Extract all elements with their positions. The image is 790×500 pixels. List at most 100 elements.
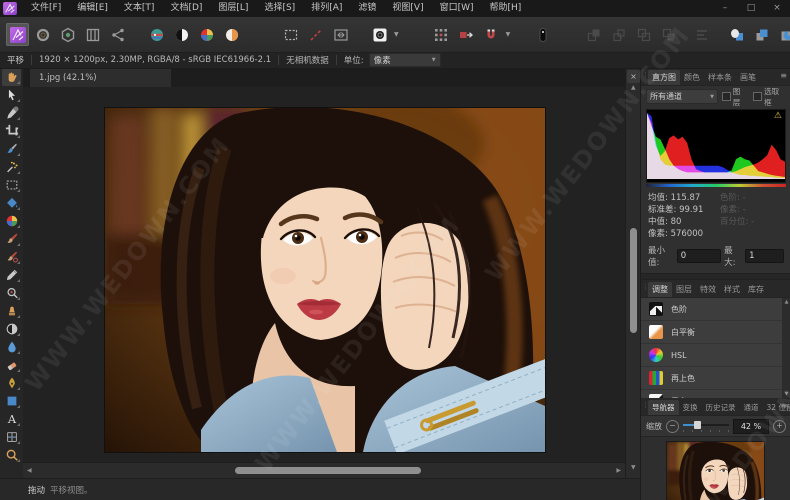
- selection-edges-button[interactable]: [279, 23, 302, 46]
- navigator-tab-1[interactable]: 变换: [679, 400, 702, 415]
- auto-colours-button[interactable]: [195, 23, 218, 46]
- develop-persona-button[interactable]: [56, 23, 79, 46]
- assistant-manager-button[interactable]: [531, 23, 554, 46]
- chevron-down-icon[interactable]: ▼: [506, 31, 511, 38]
- canvas-area[interactable]: [23, 87, 625, 462]
- adjustment-item-2[interactable]: HSL: [641, 344, 790, 366]
- menu-item-5[interactable]: 选择[S]: [256, 0, 303, 17]
- adjustment-item-3[interactable]: 再上色: [641, 367, 790, 389]
- marquee-tool[interactable]: [2, 176, 21, 194]
- list-scrollbar[interactable]: ▲ ▼: [782, 298, 790, 398]
- adjustments-tab-2[interactable]: 特效: [696, 282, 720, 297]
- dodge-brush-tool[interactable]: [2, 320, 21, 338]
- scroll-right-icon[interactable]: ▶: [616, 467, 621, 474]
- scroll-up-icon[interactable]: ▲: [785, 299, 789, 305]
- adjustments-tab-3[interactable]: 样式: [720, 282, 744, 297]
- menu-item-6[interactable]: 排列[A]: [303, 0, 350, 17]
- shape-tool[interactable]: [2, 392, 21, 410]
- insert-inside-button[interactable]: [775, 23, 790, 46]
- pixel-tool[interactable]: [2, 266, 21, 284]
- histogram-tab-3[interactable]: 画笔: [736, 70, 760, 85]
- slider-handle[interactable]: [694, 421, 701, 429]
- pixel-grid-button[interactable]: [430, 23, 453, 46]
- max-input[interactable]: 1: [745, 249, 784, 263]
- flood-select-tool[interactable]: [2, 158, 21, 176]
- panel-menu-icon[interactable]: ≡: [780, 401, 787, 410]
- export-persona-button[interactable]: [106, 23, 129, 46]
- text-tool[interactable]: A: [2, 410, 21, 428]
- paint-brush-tool[interactable]: [2, 230, 21, 248]
- adjustments-tab-0[interactable]: 调整: [648, 282, 672, 297]
- auto-contrast-button[interactable]: [170, 23, 193, 46]
- unit-select[interactable]: 像素 ▼: [369, 53, 441, 67]
- force-pixel-alignment-button[interactable]: [455, 23, 478, 46]
- adjustment-item-1[interactable]: 白平衡: [641, 321, 790, 343]
- insert-behind-button[interactable]: [725, 23, 748, 46]
- horizontal-scroll-thumb[interactable]: [235, 467, 421, 474]
- blur-tool[interactable]: [2, 338, 21, 356]
- menu-item-2[interactable]: 文本[T]: [116, 0, 163, 17]
- blemish-removal-tool[interactable]: [2, 284, 21, 302]
- navigator-tab-0[interactable]: 导航器: [648, 400, 679, 415]
- move-tool[interactable]: [2, 86, 21, 104]
- menu-item-8[interactable]: 视图[V]: [384, 0, 431, 17]
- vertical-scroll-thumb[interactable]: [630, 228, 637, 333]
- color-picker-tool[interactable]: [2, 104, 21, 122]
- histogram-tab-0[interactable]: 直方图: [648, 70, 680, 85]
- adjustments-tab-4[interactable]: 库存: [744, 282, 768, 297]
- histogram-tab-2[interactable]: 样本条: [704, 70, 736, 85]
- quick-mask-button[interactable]: [329, 23, 352, 46]
- liquify-persona-button[interactable]: [31, 23, 54, 46]
- adjustments-tab-1[interactable]: 图层: [672, 282, 696, 297]
- auto-white-balance-button[interactable]: [220, 23, 243, 46]
- scroll-down-icon[interactable]: ▼: [785, 391, 789, 397]
- pen-tool[interactable]: [2, 374, 21, 392]
- rotation-slash-button[interactable]: [304, 23, 327, 46]
- maximize-button[interactable]: □: [738, 0, 764, 17]
- scroll-up-icon[interactable]: ▲: [631, 84, 636, 91]
- menu-item-9[interactable]: 窗口[W]: [432, 0, 482, 17]
- panel-drag-handle[interactable]: ⋮: [642, 71, 648, 79]
- zoom-value-input[interactable]: 42 %: [733, 419, 769, 434]
- zoom-in-button[interactable]: +: [773, 420, 786, 433]
- document-tab[interactable]: 1.jpg (42.1%): [30, 67, 171, 87]
- menu-item-4[interactable]: 图层[L]: [210, 0, 256, 17]
- adjustment-item-4[interactable]: 黑白: [641, 390, 790, 398]
- panel-drag-handle[interactable]: ⋮: [642, 401, 648, 409]
- vertical-scrollbar[interactable]: ▲ ▼: [625, 68, 641, 478]
- channel-select[interactable]: 所有通道 ▼: [646, 89, 718, 104]
- menu-item-10[interactable]: 帮助[H]: [482, 0, 530, 17]
- min-input[interactable]: 0: [677, 249, 721, 263]
- navigator-tab-2[interactable]: 历史记录: [702, 400, 740, 415]
- flood-fill-tool[interactable]: [2, 194, 21, 212]
- navigator-preview-area[interactable]: [641, 436, 790, 500]
- photo-persona-button[interactable]: [6, 23, 29, 46]
- marquee-checkbox[interactable]: 选取框: [753, 86, 786, 108]
- erase-brush-tool[interactable]: [2, 356, 21, 374]
- vector-mask-dropdown-button[interactable]: [368, 23, 391, 46]
- panel-drag-handle[interactable]: ⋮: [642, 283, 648, 291]
- chevron-down-icon[interactable]: ▼: [394, 31, 399, 38]
- menu-item-0[interactable]: 文件[F]: [23, 0, 69, 17]
- zoom-out-button[interactable]: −: [666, 420, 679, 433]
- scroll-down-icon[interactable]: ▼: [631, 464, 636, 471]
- tone-mapping-persona-button[interactable]: [81, 23, 104, 46]
- minimize-button[interactable]: –: [712, 0, 738, 17]
- menu-item-7[interactable]: 滤镜: [350, 0, 384, 17]
- mesh-warp-tool[interactable]: [2, 428, 21, 446]
- auto-levels-button[interactable]: [145, 23, 168, 46]
- colour-replacement-brush-tool[interactable]: [2, 248, 21, 266]
- close-view-button[interactable]: ×: [627, 70, 640, 83]
- gradient-tool[interactable]: [2, 212, 21, 230]
- navigator-thumbnail[interactable]: [667, 442, 764, 500]
- panel-menu-icon[interactable]: ≡: [780, 71, 787, 80]
- zoom-slider[interactable]: [683, 421, 729, 431]
- selection-brush-tool[interactable]: [2, 140, 21, 158]
- histogram-tab-1[interactable]: 颜色: [680, 70, 704, 85]
- view-tool[interactable]: [2, 68, 21, 86]
- close-button[interactable]: ×: [764, 0, 790, 17]
- menu-item-1[interactable]: 编辑[E]: [69, 0, 116, 17]
- crop-tool[interactable]: [2, 122, 21, 140]
- adjustment-item-0[interactable]: 色阶: [641, 298, 790, 320]
- menu-item-3[interactable]: 文档[D]: [162, 0, 210, 17]
